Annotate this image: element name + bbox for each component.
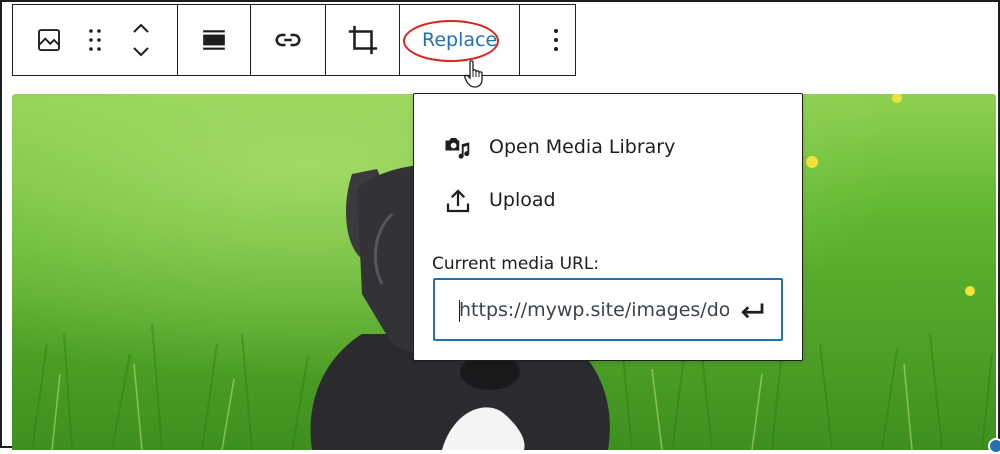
- camera-music-icon: [445, 138, 470, 159]
- image-icon: [38, 29, 60, 51]
- upload-label: Upload: [489, 189, 556, 211]
- replace-button[interactable]: Replace: [400, 5, 519, 75]
- upload-icon: [446, 189, 470, 213]
- more-options-icon: [554, 29, 559, 51]
- open-media-library-item[interactable]: Open Media Library: [414, 125, 802, 169]
- current-media-url-label: Current media URL:: [432, 254, 600, 274]
- toolbar-group-replace: Replace: [400, 5, 521, 75]
- crop-button[interactable]: [326, 5, 399, 75]
- toolbar-group-align: [178, 5, 251, 75]
- replace-popover: Open Media Library Upload Current media …: [413, 93, 803, 361]
- link-icon: [275, 33, 301, 47]
- toolbar-group-crop: [326, 5, 400, 75]
- resize-handle[interactable]: [988, 438, 1000, 454]
- toolbar-group-block: [13, 5, 178, 75]
- current-media-url-input[interactable]: [459, 280, 729, 339]
- move-up-down-icon: [133, 23, 149, 57]
- drag-handle-icon: [89, 29, 101, 51]
- upload-item[interactable]: Upload: [414, 178, 802, 222]
- hand-cursor-icon: [464, 60, 483, 88]
- align-button[interactable]: [178, 5, 250, 75]
- image-block-button[interactable]: [13, 5, 85, 75]
- enter-icon[interactable]: [737, 296, 767, 326]
- open-media-library-label: Open Media Library: [489, 136, 676, 158]
- toolbar-group-link: [251, 5, 326, 75]
- highlight-ring: [403, 20, 499, 62]
- current-media-url-field: [433, 278, 783, 341]
- text-caret: [459, 300, 460, 322]
- toolbar-group-more: [520, 5, 592, 75]
- drag-handle-button[interactable]: [85, 5, 105, 75]
- block-toolbar: Replace: [12, 4, 576, 76]
- align-icon: [203, 30, 225, 50]
- more-options-button[interactable]: [520, 5, 592, 75]
- link-button[interactable]: [251, 5, 325, 75]
- move-up-down-button[interactable]: [105, 5, 177, 75]
- crop-icon: [348, 25, 377, 55]
